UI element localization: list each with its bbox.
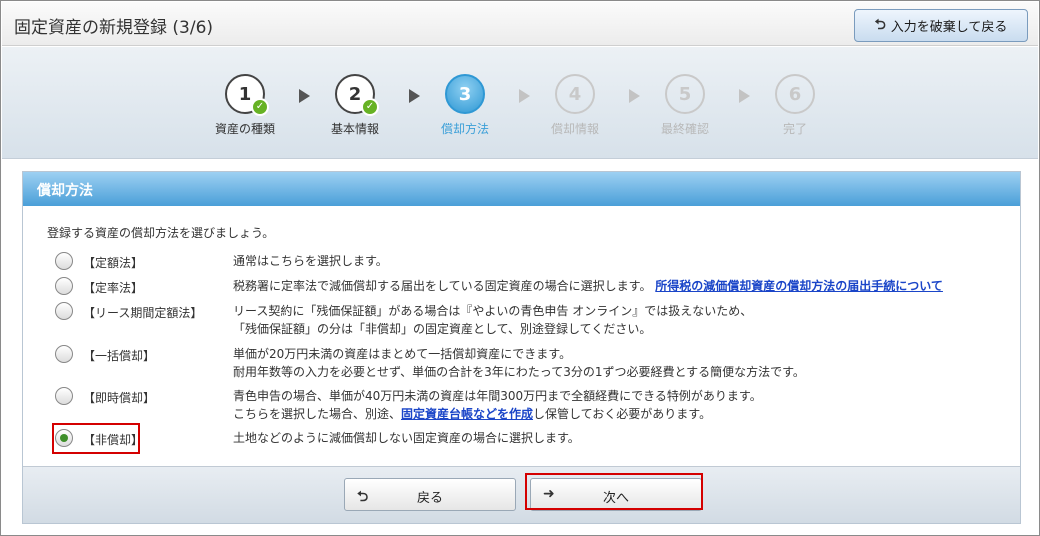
check-icon: ✓ [251,98,269,116]
option-description: リース契約に「残価保証額」がある場合は『やよいの青色申告 オンライン』では扱えな… [233,302,752,338]
radio-sokuji[interactable] [55,387,73,405]
step-4-number: 4 [568,83,582,105]
step-2: 2 ✓ 基本情報 [305,74,405,137]
step-1-circle: 1 ✓ [225,74,269,116]
radio-ikkatsu[interactable] [55,345,73,363]
option-desc-text: し保管しておく必要があります。 [533,407,712,421]
option-description: 通常はこちらを選択します。 [233,252,388,270]
next-button-highlight [525,473,703,510]
step-2-label: 基本情報 [330,122,379,136]
step-1-number: 1 [238,83,252,105]
step-4-circle: 4 [555,74,595,114]
radio-teiritsu[interactable] [55,277,73,295]
option-desc-line: 耐用年数等の入力を必要とせず、単価の合計を3年にわたって3分の1ずつ必要経費とす… [233,365,805,379]
panel-footer: ⮌ 戻る ➜ 次へ [23,466,1020,523]
back-button-label: 戻る [416,491,443,506]
option-desc-line: 単価が20万円未満の資産はまとめて一括償却資産にできます。 [233,347,572,361]
step-2-circle: 2 ✓ [335,74,379,116]
page-header: 固定資産の新規登録 (3/6) ⮌ 入力を破棄して戻る [2,2,1038,46]
panel-title: 償却方法 [23,172,1020,206]
page-title: 固定資産の新規登録 (3/6) [14,18,214,38]
option-description: 青色申告の場合、単価が40万円未満の資産は年間300万円まで全額経費にできる特例… [233,387,762,423]
back-button[interactable]: ⮌ 戻る [344,478,516,511]
depreciation-method-panel: 償却方法 登録する資産の償却方法を選びましょう。 【定額法】 通常はこちらを選択… [22,171,1021,524]
option-desc-text: こちらを選択した場合、別途、 [233,407,402,421]
option-desc-line: こちらを選択した場合、別途、固定資産台帳などを作成し保管しておく必要があります。 [233,405,762,423]
step-6-circle: 6 [775,74,815,114]
option-name: 【リース期間定額法】 [83,306,203,320]
step-5-number: 5 [678,83,692,105]
step-4-label: 償却情報 [550,122,599,136]
option-name: 【定率法】 [83,281,144,295]
step-5: 5 最終確認 [635,74,735,137]
option-desc-line: 通常はこちらを選択します。 [233,254,388,268]
option-desc-line: 土地などのように減価償却しない固定資産の場合に選択します。 [233,431,580,445]
option-desc-line: 「残価保証額」の分は「非償却」の固定資産として、別途登録してください。 [233,322,652,336]
step-1-label: 資産の種類 [214,122,275,136]
discard-button-label: 入力を破棄して戻る [890,20,1008,35]
option-desc-line: 税務署に定率法で減価償却する届出をしている固定資産の場合に選択します。 [233,279,652,293]
step-6: 6 完了 [745,74,845,137]
filing-procedure-link[interactable]: 所得税の減価償却資産の償却方法の届出手続について [655,279,943,293]
step-3-number: 3 [458,83,472,105]
option-desc-line: リース契約に「残価保証額」がある場合は『やよいの青色申告 オンライン』では扱えな… [233,304,753,318]
option-name: 【一括償却】 [83,349,156,363]
option-name: 【即時償却】 [83,391,156,405]
app-window: 固定資産の新規登録 (3/6) ⮌ 入力を破棄して戻る 1 ✓ 資産の種類 2 … [0,0,1040,536]
option-description: 税務署に定率法で減価償却する届出をしている固定資産の場合に選択します。 所得税の… [233,277,943,295]
check-icon: ✓ [361,98,379,116]
step-3-circle: 3 [445,74,485,114]
step-1: 1 ✓ 資産の種類 [195,74,295,137]
radio-teigaku[interactable] [55,252,73,270]
panel-intro-text: 登録する資産の償却方法を選びましょう。 [47,226,275,240]
option-name: 【定額法】 [83,256,144,270]
radio-lease[interactable] [55,302,73,320]
step-4: 4 償却情報 [525,74,625,137]
discard-and-return-button[interactable]: ⮌ 入力を破棄して戻る [854,9,1028,42]
step-3-label: 償却方法 [440,122,489,136]
progress-stepper: 1 ✓ 資産の種類 2 ✓ 基本情報 3 償却方法 4 償却情報 5 最終確認 … [2,47,1038,159]
selected-option-highlight [52,423,140,454]
step-6-label: 完了 [782,122,807,136]
option-desc-line: 青色申告の場合、単価が40万円未満の資産は年間300万円まで全額経費にできる特例… [233,389,762,403]
step-3: 3 償却方法 [415,74,515,137]
asset-ledger-link[interactable]: 固定資産台帳などを作成 [401,407,533,421]
option-description: 土地などのように減価償却しない固定資産の場合に選択します。 [233,429,580,447]
option-description: 単価が20万円未満の資産はまとめて一括償却資産にできます。 耐用年数等の入力を必… [233,345,805,381]
return-arrow-icon: ⮌ [874,16,886,33]
step-6-number: 6 [788,83,802,105]
step-5-label: 最終確認 [660,122,709,136]
step-2-number: 2 [348,83,362,105]
step-5-circle: 5 [665,74,705,114]
